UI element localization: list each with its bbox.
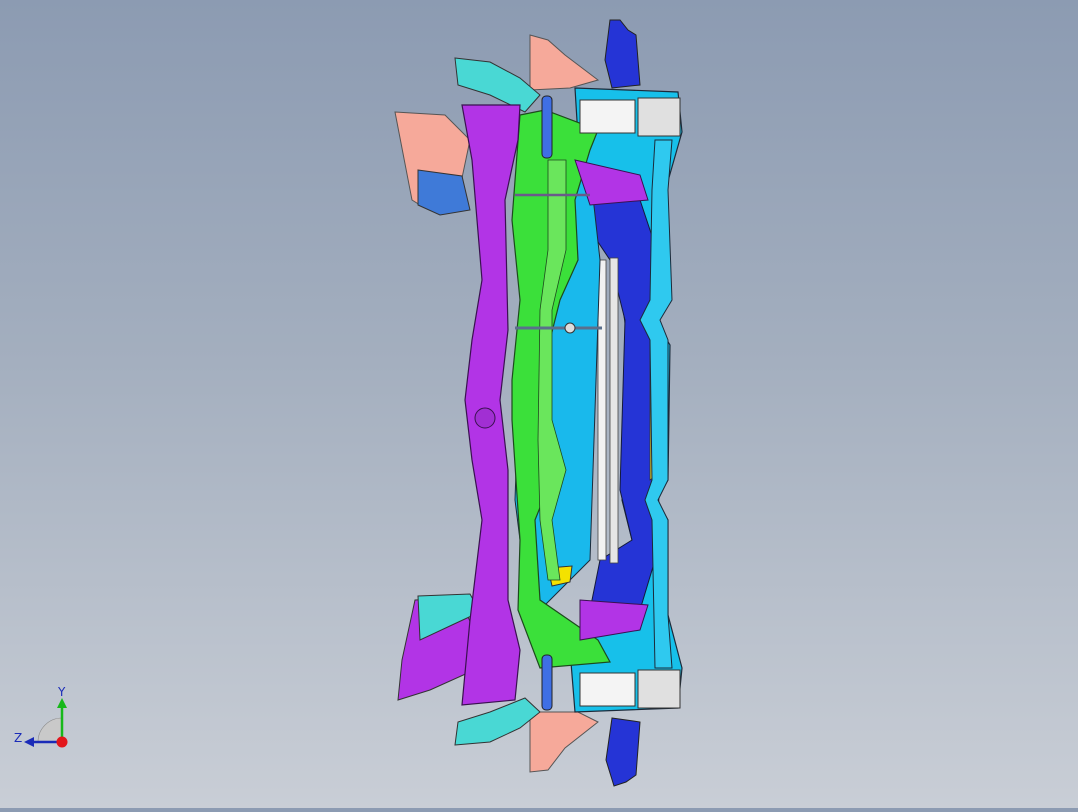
bottom-center-salmon-bracket[interactable]: [529, 711, 599, 773]
center-white-rib-1[interactable]: [597, 259, 607, 561]
y-axis-arrow: [57, 698, 67, 708]
top-teal-arm[interactable]: [454, 57, 541, 113]
top-center-salmon-bracket[interactable]: [529, 34, 600, 91]
top-left-blue-bracket[interactable]: [417, 169, 471, 216]
top-right-blue-fin[interactable]: [604, 19, 641, 89]
bottom-blue-rod[interactable]: [541, 654, 553, 711]
left-magenta-rail[interactable]: [461, 104, 521, 706]
tie-rod-knob[interactable]: [564, 322, 576, 334]
x-axis-dot: [56, 736, 68, 748]
bottom-white-block-1[interactable]: [579, 672, 636, 707]
z-axis-label: Z: [14, 731, 22, 745]
top-white-block-2[interactable]: [637, 97, 681, 137]
left-rail-hole: [474, 407, 496, 429]
subframe-assembly-model[interactable]: [0, 0, 1078, 808]
cad-3d-viewport[interactable]: Y Z: [0, 0, 1078, 808]
top-white-block-1[interactable]: [579, 99, 636, 134]
bottom-right-blue-fin[interactable]: [605, 717, 641, 787]
orientation-triad: Y Z: [14, 685, 68, 748]
y-axis-label: Y: [57, 685, 66, 699]
z-axis-arrow: [24, 737, 34, 747]
top-blue-rod[interactable]: [541, 95, 553, 159]
bottom-white-block-2[interactable]: [637, 669, 681, 709]
center-white-rib-2[interactable]: [609, 257, 619, 564]
